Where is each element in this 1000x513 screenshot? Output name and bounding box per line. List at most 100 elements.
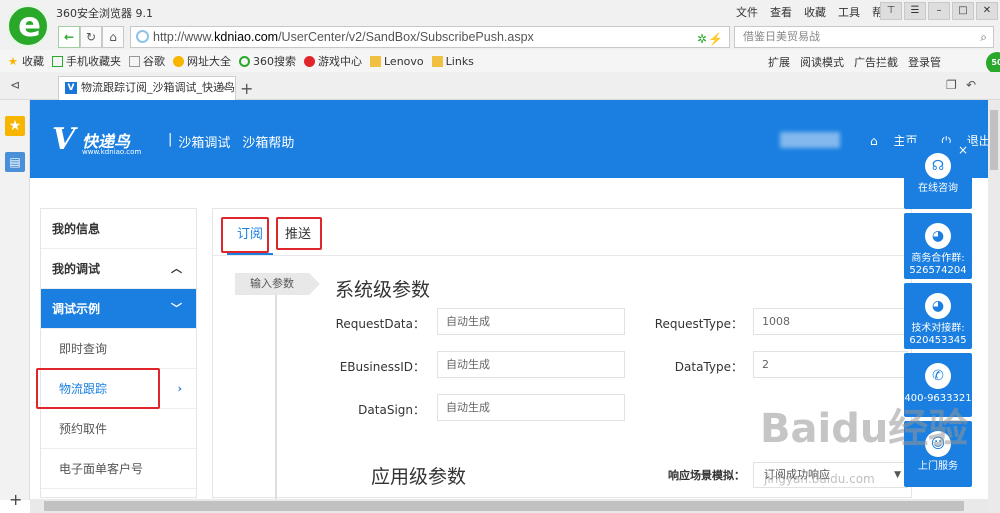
nav-help[interactable]: 沙箱帮助: [242, 132, 294, 151]
bookmark-360search[interactable]: 360搜索: [239, 53, 296, 69]
request-type-field[interactable]: 1008: [753, 308, 908, 335]
undo-close-icon[interactable]: ↶: [966, 78, 976, 92]
chevron-right-icon: ›: [177, 382, 182, 395]
sidebar-item-pickup[interactable]: 预约取件: [41, 409, 196, 449]
chevron-down-icon: ﹀: [171, 302, 182, 315]
site-nav: | 沙箱调试 沙箱帮助: [168, 132, 306, 151]
home-button[interactable]: ⌂: [102, 26, 124, 48]
maximize-button[interactable]: □: [952, 2, 974, 20]
reader-mode-button[interactable]: 阅读模式: [800, 54, 844, 70]
data-type-field[interactable]: 2: [753, 351, 908, 378]
close-icon[interactable]: ×: [958, 143, 968, 157]
sidebar-item-label: 即时查询: [59, 342, 108, 356]
bookmark-label: 谷歌: [143, 55, 165, 68]
ebusiness-id-field[interactable]: 自动生成: [437, 351, 625, 378]
url-input[interactable]: http://www.kdniao.com/UserCenter/v2/Sand…: [130, 26, 730, 48]
tech-group-label: 技术对接群:: [911, 323, 965, 334]
globe-icon: [136, 30, 149, 43]
step-line: [275, 295, 277, 499]
search360-icon: [239, 55, 250, 67]
tab-close-icon[interactable]: ×: [220, 77, 229, 99]
scrollbar-thumb[interactable]: [44, 501, 964, 511]
favorites-star-icon[interactable]: ★: [5, 116, 25, 136]
restore-tabs-icon[interactable]: ❐: [946, 78, 957, 92]
sidebar-item-debug-examples[interactable]: 调试示例 ﹀: [41, 289, 196, 329]
menu-favorites[interactable]: 收藏: [804, 4, 826, 20]
skin-icon[interactable]: ☰: [904, 2, 926, 20]
sidebar-item-my-info[interactable]: 我的信息: [41, 209, 196, 249]
bookmark-lenovo[interactable]: Lenovo: [370, 55, 424, 68]
site-header: V 快递鸟 www.kdniao.com | 沙箱调试 沙箱帮助 ⌂ 主页 ⏻ …: [30, 100, 991, 178]
close-button[interactable]: ✕: [976, 2, 998, 20]
browser-logo-icon: [6, 4, 50, 48]
logo-url: www.kdniao.com: [82, 148, 142, 156]
star-icon: ★: [8, 54, 18, 68]
request-data-label: RequestData：: [335, 317, 425, 331]
sidebar-item-instant-query[interactable]: 即时查询: [41, 329, 196, 369]
pin-icon[interactable]: ⊤: [880, 2, 902, 20]
headset-icon: ☊: [925, 153, 951, 179]
folder-icon: [431, 55, 443, 67]
active-tab-underline: [227, 253, 273, 255]
extensions-button[interactable]: 扩展: [768, 54, 790, 70]
scrollbar-thumb[interactable]: [990, 110, 998, 170]
step-label: 输入参数: [235, 273, 320, 295]
qq-icon: ◕: [925, 293, 951, 319]
phone-icon: [52, 55, 63, 67]
bookmark-games[interactable]: 游戏中心: [304, 53, 362, 69]
speed-icon[interactable]: ⚡: [708, 29, 723, 49]
bookmark-label: 360搜索: [253, 55, 296, 68]
datasign-field[interactable]: 自动生成: [437, 394, 625, 421]
tab-active[interactable]: V 物流跟踪订阅_沙箱调试_快递鸟 ×: [58, 76, 236, 100]
highlight-box-subscribe: [221, 217, 269, 253]
site-logo[interactable]: V 快递鸟 www.kdniao.com: [52, 122, 141, 157]
side-add-icon[interactable]: +: [9, 490, 22, 509]
bookmark-label: 网址大全: [187, 55, 231, 68]
baidu-watermark: Baidu经验: [760, 406, 969, 452]
menu-tools[interactable]: 工具: [838, 4, 860, 20]
tab-list-left-icon[interactable]: ⊲: [10, 78, 20, 92]
bookmark-links[interactable]: Links: [431, 55, 474, 68]
url-domain: kdniao.com: [214, 30, 279, 44]
back-button[interactable]: ←: [58, 26, 80, 48]
menu-view[interactable]: 查看: [770, 4, 792, 20]
security-icon[interactable]: ✲: [697, 29, 707, 49]
minimize-button[interactable]: –: [928, 2, 950, 20]
kdniao-favicon-icon: V: [65, 82, 77, 94]
data-type-label: DataType：: [674, 360, 743, 374]
refresh-button[interactable]: ↻: [80, 26, 102, 48]
browser-title: 360安全浏览器 9.1: [56, 7, 153, 20]
service-biz-group[interactable]: ◕ 商务合作群: 526574204: [904, 213, 972, 279]
search-icon[interactable]: ⌕: [980, 27, 987, 47]
bookmark-mobile[interactable]: 手机收藏夹: [52, 53, 121, 69]
logo-v-icon: V: [52, 122, 76, 157]
service-tech-group[interactable]: ◕ 技术对接群: 620453345: [904, 283, 972, 349]
menu-file[interactable]: 文件: [736, 4, 758, 20]
sidebar-item-my-debug[interactable]: 我的调试 ︿: [41, 249, 196, 289]
nav-sandbox[interactable]: 沙箱调试: [178, 132, 230, 151]
new-tab-icon[interactable]: +: [240, 79, 253, 98]
browser-title-bar: 360安全浏览器 9.1 文件 查看 收藏 工具 帮助 ⊤ ☰ – □ ✕: [0, 0, 1000, 48]
hao-icon: [173, 55, 184, 67]
vertical-scrollbar[interactable]: [988, 100, 1000, 513]
upper-label: 上门服务: [918, 461, 958, 472]
sidebar-item-ewaybill[interactable]: 电子面单客户号: [41, 449, 196, 489]
bookmark-favorites[interactable]: ★ 收藏: [8, 53, 44, 69]
request-data-field[interactable]: 自动生成: [437, 308, 625, 335]
scenario-label: 响应场景模拟：: [668, 469, 745, 482]
service-online[interactable]: × ☊ 在线咨询: [904, 143, 972, 209]
sidebar-item-label: 预约取件: [59, 422, 108, 436]
news-icon[interactable]: ▤: [5, 152, 25, 172]
login-button[interactable]: 登录管: [908, 54, 941, 70]
sidebar-item-label: 我的信息: [52, 222, 101, 236]
search-input[interactable]: 借鉴日美贸易战 ⌕: [734, 26, 994, 48]
bookmark-google[interactable]: 谷歌: [129, 53, 165, 69]
section-system-title: 系统级参数: [335, 279, 431, 301]
horizontal-scrollbar[interactable]: [30, 499, 988, 513]
adblock-button[interactable]: 广告拦截: [854, 54, 898, 70]
tab-title: 物流跟踪订阅_沙箱调试_快递鸟: [81, 81, 235, 94]
bookmark-label: 收藏: [22, 55, 44, 68]
search-placeholder: 借鉴日美贸易战: [743, 30, 820, 43]
highlight-box-tracking: [36, 368, 160, 409]
bookmark-hao[interactable]: 网址大全: [173, 53, 231, 69]
